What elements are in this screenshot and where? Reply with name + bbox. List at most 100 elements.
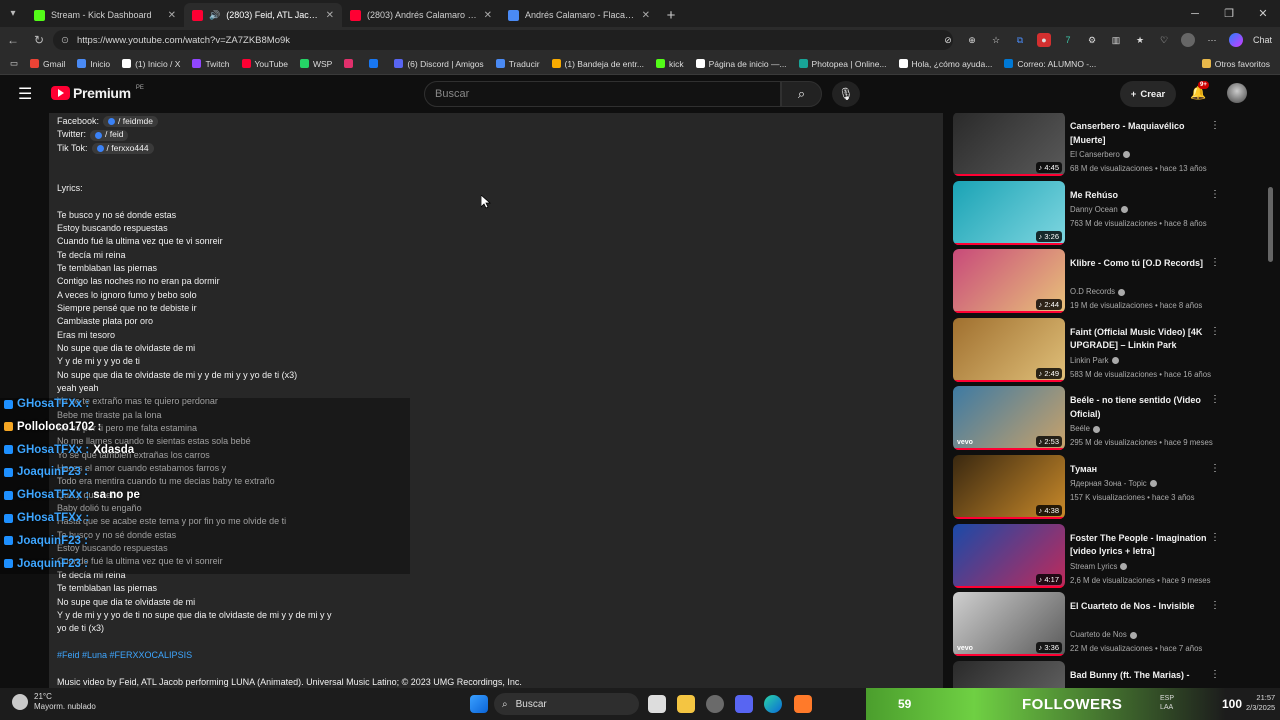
reload-icon[interactable]: ↻ bbox=[26, 33, 52, 47]
bookmark-item[interactable]: Hola, ¿cómo ayuda... bbox=[893, 59, 999, 69]
recommended-video[interactable]: ♪ 3:26 Me Rehúso Danny Ocean 763 M de visua… bbox=[952, 180, 1268, 245]
hashtags[interactable]: #Feid #Luna #FERXXOCALIPSIS bbox=[57, 649, 522, 662]
bookmark-item[interactable] bbox=[338, 59, 363, 69]
extensions-icon[interactable]: ⚙ bbox=[1085, 33, 1099, 47]
system-clock[interactable]: 21:57 2/3/2025 bbox=[1246, 693, 1275, 713]
more-options-icon[interactable]: ⋮ bbox=[1210, 189, 1220, 200]
bookmark-item[interactable]: Correo: ALUMNO -... bbox=[998, 59, 1102, 69]
bookmark-item[interactable]: Traducir bbox=[490, 59, 546, 69]
search-button[interactable]: ⌕ bbox=[781, 81, 822, 107]
close-tab-icon[interactable]: ✕ bbox=[484, 10, 492, 21]
channel-name[interactable]: Cuarteto de Nos bbox=[1070, 630, 1137, 639]
channel-name[interactable]: Linkin Park bbox=[1070, 356, 1119, 365]
video-title[interactable]: Foster The People - Imagination [video l… bbox=[1070, 532, 1210, 559]
close-tab-icon[interactable]: ✕ bbox=[168, 10, 176, 21]
more-options-icon[interactable]: ⋮ bbox=[1210, 257, 1220, 268]
favorite-star-icon[interactable]: ☆ bbox=[989, 33, 1003, 47]
recommended-video[interactable]: vevo ♪ 3:36 El Cuarteto de Nos - Invisible… bbox=[952, 592, 1268, 657]
create-button[interactable]: + Crear bbox=[1120, 81, 1176, 107]
bookmark-item[interactable]: (1) Bandeja de entr... bbox=[546, 59, 650, 69]
copilot-icon[interactable] bbox=[1228, 33, 1243, 47]
notifications-button[interactable]: 🔔 9+ bbox=[1190, 81, 1209, 101]
video-thumbnail[interactable] bbox=[953, 660, 1065, 688]
youtube-logo[interactable]: Premium PE bbox=[51, 85, 144, 101]
split-screen-icon[interactable]: ▥ bbox=[1109, 33, 1123, 47]
other-favorites[interactable]: Otros favoritos bbox=[1196, 59, 1280, 69]
taskbar-search[interactable]: ⌕ Buscar bbox=[494, 693, 639, 715]
file-explorer-icon[interactable] bbox=[677, 695, 695, 713]
video-title[interactable]: Klibre - Como tú [O.D Records] bbox=[1070, 257, 1210, 271]
browser-tab[interactable]: 🔊 (2803) Feid, ATL Jacob - Luna ✕ bbox=[184, 3, 342, 27]
video-title[interactable]: El Cuarteto de Nos - Invisible bbox=[1070, 600, 1210, 614]
bookmark-item[interactable]: Inicio bbox=[71, 59, 116, 69]
bookmark-item[interactable] bbox=[363, 59, 388, 69]
discord-icon[interactable] bbox=[735, 695, 753, 713]
favorites-icon[interactable]: ★ bbox=[1133, 33, 1147, 47]
weather-widget[interactable]: 21°C Mayorm. nublado bbox=[12, 692, 96, 712]
more-options-icon[interactable]: ⋮ bbox=[1210, 463, 1220, 474]
recommended-video[interactable]: ♪ 4:45 Canserbero - Maquiavélico [Muerte]… bbox=[952, 113, 1268, 176]
more-options-icon[interactable]: ⋮ bbox=[1210, 532, 1220, 543]
more-options-icon[interactable]: ⋮ bbox=[1210, 600, 1220, 611]
search-input[interactable]: Buscar bbox=[424, 81, 781, 107]
obs-icon[interactable] bbox=[794, 695, 812, 713]
url-field[interactable]: ⊙ https://www.youtube.com/watch?v=ZA7ZKB… bbox=[53, 30, 953, 50]
recommended-video[interactable]: ♪ 2:44 Klibre - Como tú [O.D Records] O.D … bbox=[952, 249, 1268, 314]
speaker-icon[interactable]: 🔊 bbox=[209, 10, 220, 21]
chat-label[interactable]: Chat bbox=[1253, 35, 1272, 45]
video-thumbnail[interactable]: ♪ 4:17 bbox=[953, 523, 1065, 588]
browser-tab[interactable]: Stream - Kick Dashboard ✕ bbox=[26, 3, 184, 27]
video-title[interactable]: Bad Bunny (ft. The Marias) - bbox=[1070, 669, 1210, 683]
collections-icon[interactable]: ♡ bbox=[1157, 33, 1171, 47]
bookmark-item[interactable]: Gmail bbox=[24, 59, 71, 69]
video-title[interactable]: Туман bbox=[1070, 463, 1210, 477]
read-aloud-icon[interactable]: ⊘ bbox=[941, 33, 955, 47]
channel-name[interactable]: O.D Records bbox=[1070, 287, 1126, 296]
video-thumbnail[interactable]: vevo ♪ 3:36 bbox=[953, 592, 1065, 657]
task-view-icon[interactable] bbox=[648, 695, 666, 713]
zoom-icon[interactable]: ⊕ bbox=[965, 33, 979, 47]
bookmark-item[interactable]: (1) Inicio / X bbox=[116, 59, 186, 69]
bookmark-item[interactable]: kick bbox=[650, 59, 690, 69]
video-thumbnail[interactable]: ♪ 4:38 bbox=[953, 455, 1065, 519]
more-options-icon[interactable]: ⋮ bbox=[1210, 394, 1220, 405]
video-thumbnail[interactable]: ♪ 3:26 bbox=[953, 180, 1065, 245]
browser-tab[interactable]: (2803) Andrés Calamaro - Flaca (V ✕ bbox=[342, 3, 500, 27]
more-icon[interactable]: ⋯ bbox=[1205, 33, 1219, 47]
app-icon[interactable] bbox=[706, 695, 724, 713]
channel-name[interactable]: Beéle bbox=[1070, 424, 1100, 433]
channel-name[interactable]: Ядерная Зона - Topic bbox=[1070, 479, 1157, 488]
channel-name[interactable]: Stream Lyrics bbox=[1070, 562, 1128, 571]
profile-icon[interactable] bbox=[1180, 33, 1195, 47]
bookmark-item[interactable]: Twitch bbox=[186, 59, 235, 69]
bookmark-item[interactable]: WSP bbox=[294, 59, 338, 69]
recommended-video[interactable]: ♪ 2:49 Faint (Official Music Video) [4K U… bbox=[952, 317, 1268, 382]
new-tab-button[interactable]: + bbox=[658, 3, 684, 27]
more-options-icon[interactable]: ⋮ bbox=[1210, 120, 1220, 131]
bookmark-item[interactable]: YouTube bbox=[236, 59, 294, 69]
more-options-icon[interactable]: ⋮ bbox=[1210, 326, 1220, 337]
recommended-video[interactable]: Bad Bunny (ft. The Marias) - ⋮ bbox=[952, 660, 1268, 688]
start-icon[interactable] bbox=[470, 695, 488, 713]
avatar[interactable] bbox=[1227, 83, 1247, 103]
bookmarks-sidebar-icon[interactable]: ▭ bbox=[0, 58, 24, 69]
maximize-icon[interactable]: ❐ bbox=[1212, 0, 1246, 27]
recommended-video[interactable]: vevo ♪ 2:53 Beéle - no tiene sentido (Vide… bbox=[952, 386, 1268, 451]
bookmark-item[interactable]: (6) Discord | Amigos bbox=[388, 59, 489, 69]
social-chip[interactable]: / feidmde bbox=[103, 116, 158, 128]
scrollbar[interactable] bbox=[1268, 187, 1273, 262]
video-thumbnail[interactable]: ♪ 4:45 bbox=[953, 113, 1065, 176]
video-thumbnail[interactable]: vevo ♪ 2:53 bbox=[953, 386, 1065, 451]
channel-name[interactable]: Danny Ocean bbox=[1070, 205, 1128, 214]
channel-name[interactable]: El Canserbero bbox=[1070, 150, 1130, 159]
back-icon[interactable]: ← bbox=[0, 33, 26, 47]
site-info-icon[interactable]: ⊙ bbox=[61, 35, 69, 46]
bookmark-item[interactable]: Photopea | Online... bbox=[793, 59, 893, 69]
menu-icon[interactable]: ☰ bbox=[18, 87, 32, 103]
close-window-icon[interactable]: ✕ bbox=[1246, 0, 1280, 27]
edge-icon[interactable] bbox=[764, 695, 782, 713]
bookmark-item[interactable]: Página de inicio —... bbox=[690, 59, 793, 69]
extension-icon[interactable]: 7 bbox=[1061, 33, 1075, 47]
close-tab-icon[interactable]: ✕ bbox=[642, 10, 650, 21]
social-chip[interactable]: / feid bbox=[90, 129, 129, 141]
